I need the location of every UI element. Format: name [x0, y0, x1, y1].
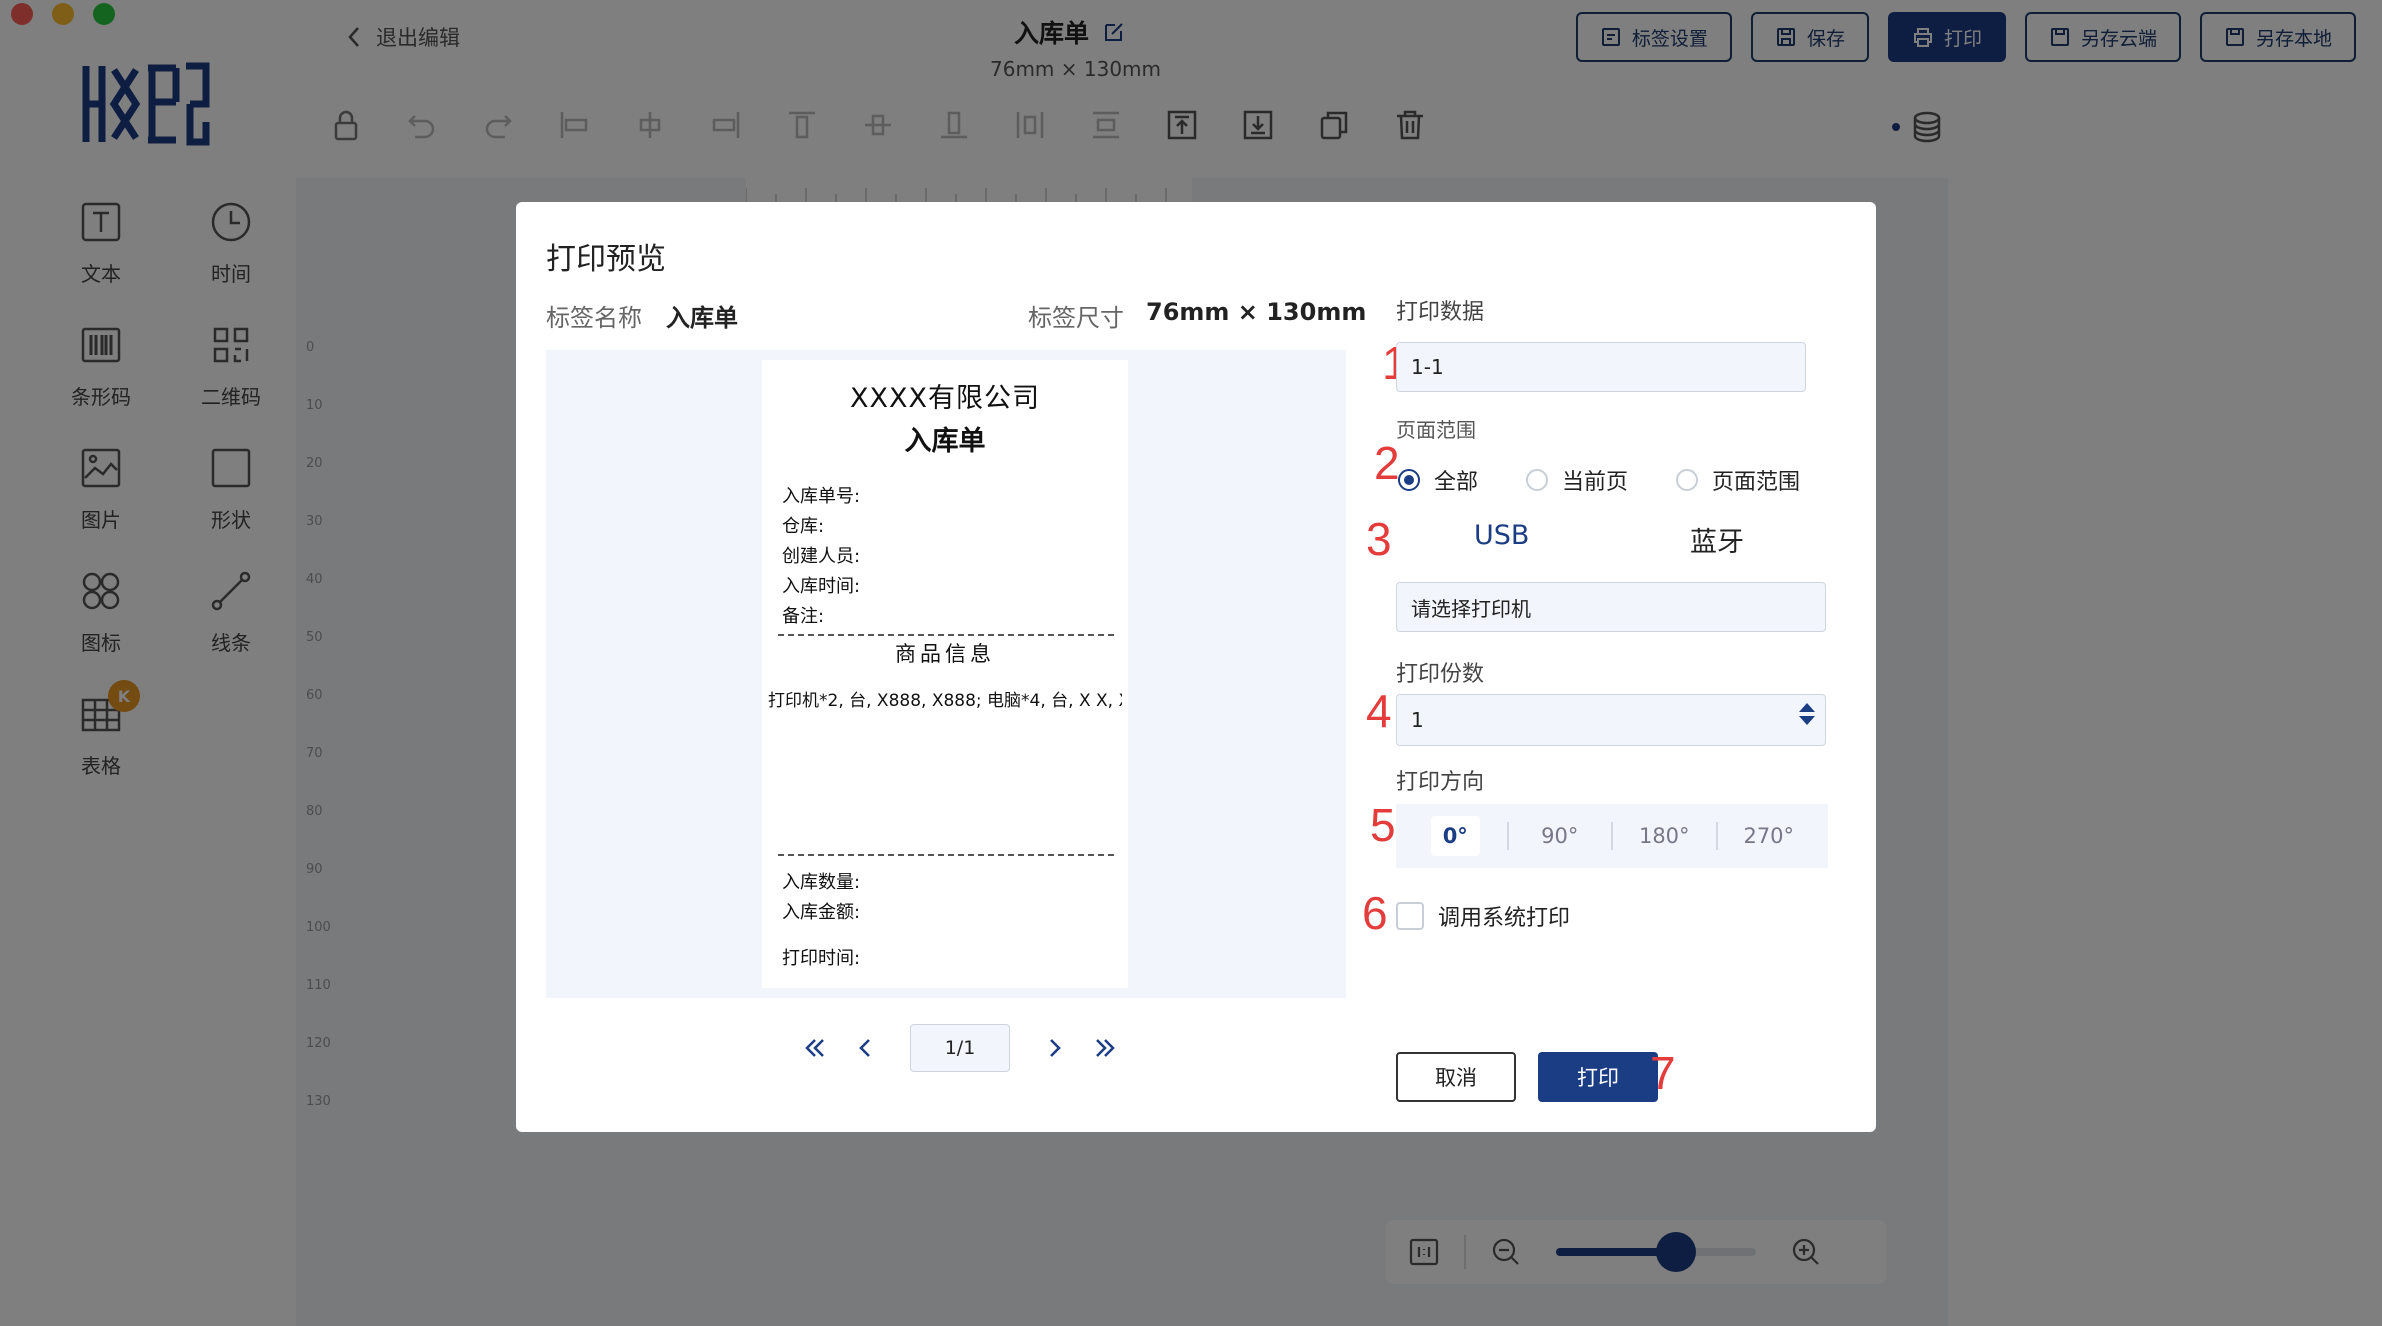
- label-preview-page: XXXX有限公司 入库单 入库单号: 仓库: 创建人员: 入库时间: 备注: 商…: [762, 360, 1128, 988]
- print-preview-dialog: 打印预览 标签名称 入库单 标签尺寸 76mm × 130mm XXXX有限公司…: [516, 202, 1876, 1132]
- last-page-button[interactable]: [1088, 1031, 1122, 1065]
- page-range-current[interactable]: 当前页: [1526, 464, 1628, 496]
- chevron-right-icon: [1050, 1039, 1061, 1057]
- page-number-input[interactable]: 1/1: [910, 1024, 1010, 1072]
- print-data-input[interactable]: 1-1: [1396, 342, 1806, 392]
- double-chevron-left-icon: [805, 1039, 824, 1057]
- orientation-90[interactable]: 90°: [1509, 814, 1612, 858]
- orientation-label: 打印方向: [1396, 770, 1485, 795]
- label-size-caption: 标签尺寸: [1028, 304, 1124, 332]
- stepper-up-icon[interactable]: [1799, 703, 1815, 712]
- copies-label: 打印份数: [1396, 662, 1485, 687]
- label-field: 创建人员:: [782, 546, 861, 567]
- radio-label: 页面范围: [1712, 470, 1801, 495]
- page-range-all[interactable]: 全部: [1398, 464, 1478, 496]
- print-data-label: 打印数据: [1396, 300, 1485, 325]
- page-range-options: 全部 当前页 页面范围: [1398, 464, 1800, 496]
- double-chevron-right-icon: [1096, 1039, 1115, 1057]
- label-field: 入库单号:: [782, 486, 861, 507]
- annotation-marker-6: 6: [1362, 887, 1388, 939]
- orientation-270[interactable]: 270°: [1718, 814, 1821, 858]
- page-range-label: 页面范围: [1396, 418, 1476, 442]
- label-field: 入库数量:: [782, 872, 861, 893]
- connection-tab-usb[interactable]: USB: [1474, 520, 1529, 551]
- system-print-checkbox[interactable]: [1396, 902, 1424, 930]
- connection-tab-bluetooth[interactable]: 蓝牙: [1690, 520, 1744, 559]
- next-page-button[interactable]: [1038, 1031, 1072, 1065]
- radio-label: 全部: [1434, 470, 1479, 495]
- label-field: 入库金额:: [782, 902, 861, 923]
- copies-stepper[interactable]: 1: [1396, 694, 1826, 746]
- radio-label: 当前页: [1562, 470, 1629, 495]
- radio-selected: [1398, 469, 1420, 491]
- orientation-180[interactable]: 180°: [1613, 814, 1716, 858]
- radio-unselected: [1676, 469, 1699, 491]
- label-field: 打印时间:: [782, 948, 861, 969]
- cancel-button[interactable]: 取消: [1396, 1052, 1516, 1102]
- orientation-label-text: 0°: [1430, 816, 1480, 856]
- orientation-label-text: 180°: [1638, 824, 1690, 848]
- label-section-title: 商品信息: [895, 642, 995, 666]
- printer-select[interactable]: 请选择打印机: [1396, 582, 1826, 632]
- label-name-caption: 标签名称: [546, 304, 642, 332]
- label-field: 入库时间:: [782, 576, 861, 597]
- label-field: 仓库:: [782, 516, 825, 537]
- label-preview-area: XXXX有限公司 入库单 入库单号: 仓库: 创建人员: 入库时间: 备注: 商…: [546, 350, 1346, 998]
- copies-value: 1: [1411, 708, 1424, 732]
- annotation-marker-3: 3: [1366, 513, 1392, 565]
- label-field: 备注:: [782, 606, 825, 627]
- annotation-marker-5: 5: [1370, 799, 1396, 851]
- preview-pager: 1/1: [798, 1024, 1122, 1072]
- label-divider: [778, 634, 1114, 636]
- system-print-label: 调用系统打印: [1438, 906, 1571, 931]
- label-company: XXXX有限公司: [850, 383, 1040, 414]
- annotation-marker-4: 4: [1366, 685, 1392, 737]
- label-goods-line: 打印机*2, 台, X888, X888; 电脑*4, 台, X X, X: [768, 691, 1122, 711]
- first-page-button[interactable]: [798, 1031, 832, 1065]
- orientation-selector: 0° 90° 180° 270°: [1396, 804, 1828, 868]
- label-doc-type: 入库单: [904, 426, 986, 457]
- stepper-arrows[interactable]: [1799, 703, 1815, 725]
- prev-page-button[interactable]: [848, 1031, 882, 1065]
- stepper-down-icon[interactable]: [1799, 716, 1815, 725]
- chevron-left-icon: [859, 1039, 870, 1057]
- page-range-custom[interactable]: 页面范围: [1676, 464, 1800, 496]
- annotation-marker-7: 7: [1650, 1047, 1676, 1099]
- annotation-marker-2: 2: [1374, 437, 1400, 489]
- dialog-title: 打印预览: [546, 242, 666, 277]
- label-size-value: 76mm × 130mm: [1146, 298, 1367, 326]
- orientation-label-text: 270°: [1743, 824, 1795, 848]
- radio-unselected: [1526, 469, 1549, 491]
- orientation-0[interactable]: 0°: [1404, 814, 1507, 858]
- confirm-print-button[interactable]: 打印: [1538, 1052, 1658, 1102]
- label-divider: [778, 854, 1114, 856]
- orientation-label-text: 90°: [1541, 824, 1579, 848]
- label-name-value: 入库单: [666, 304, 738, 332]
